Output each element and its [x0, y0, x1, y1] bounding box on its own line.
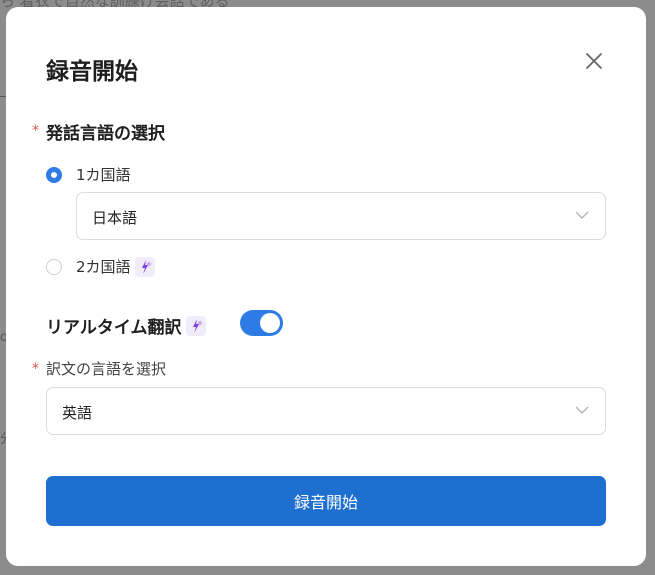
- radio-one-language[interactable]: 1カ国語: [46, 164, 131, 185]
- radio-button-unchecked[interactable]: [46, 258, 62, 275]
- speech-language-label: 発話言語の選択: [46, 124, 165, 144]
- toggle-knob: [260, 313, 280, 333]
- sparkle-icon: [134, 256, 155, 277]
- required-mark: *: [32, 361, 39, 377]
- realtime-translation-toggle[interactable]: [240, 310, 283, 336]
- sparkle-icon: [185, 315, 206, 336]
- speech-language-value: 日本語: [92, 209, 138, 227]
- radio-label-two-languages: 2カ国語: [76, 258, 131, 276]
- radio-button-checked[interactable]: [46, 166, 62, 183]
- realtime-translation-row: リアルタイム翻訳: [46, 313, 206, 338]
- chevron-down-icon: [575, 211, 589, 219]
- required-mark: *: [32, 123, 39, 139]
- translation-language-select[interactable]: 英語: [46, 387, 606, 435]
- speech-language-select[interactable]: 日本語: [76, 192, 606, 240]
- dialog-title: 録音開始: [46, 59, 138, 85]
- close-icon: [586, 53, 602, 69]
- radio-two-languages[interactable]: 2カ国語: [46, 256, 155, 277]
- start-recording-button[interactable]: 録音開始: [46, 476, 606, 526]
- chevron-down-icon: [575, 406, 589, 414]
- close-button[interactable]: [582, 49, 606, 73]
- translation-language-value: 英語: [62, 404, 93, 422]
- recording-start-dialog: 録音開始 * 発話言語の選択 1カ国語 日本語 2カ国語 リアルタイム翻訳 * …: [6, 7, 646, 566]
- realtime-translation-label: リアルタイム翻訳: [46, 318, 182, 338]
- radio-label-one-language: 1カ国語: [76, 166, 131, 184]
- translation-language-label: 訳文の言語を選択: [46, 360, 167, 378]
